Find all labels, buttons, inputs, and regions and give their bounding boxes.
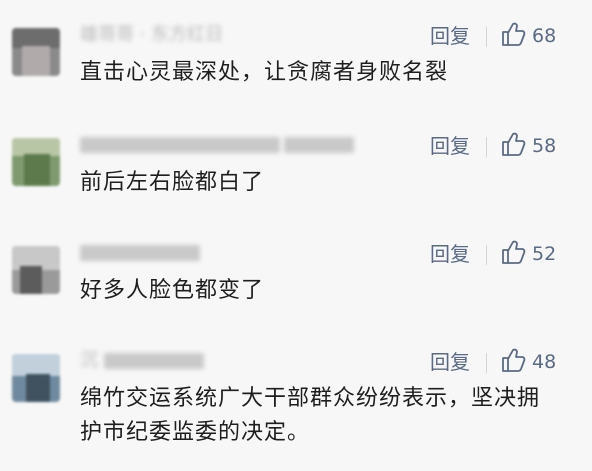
commenter-name[interactable]: 雄哥哥 · 东方红日 <box>80 24 223 46</box>
like-count: 68 <box>532 25 557 47</box>
like-count: 52 <box>532 243 557 265</box>
commenter-name[interactable]: 沉 <box>80 350 208 372</box>
like-count: 58 <box>532 135 557 157</box>
comment-text: 直击心灵最深处，让贪腐者身败名裂 <box>80 60 449 85</box>
divider <box>486 137 487 157</box>
commenter-name[interactable] <box>80 242 204 264</box>
commenter-name-text: 沉 <box>80 350 98 371</box>
avatar[interactable] <box>12 246 60 294</box>
name-redaction <box>80 137 280 153</box>
thumbs-up-icon[interactable] <box>499 346 527 374</box>
divider <box>486 245 487 265</box>
comment-text: 好多人脸色都变了 <box>80 278 265 303</box>
name-redaction <box>80 245 200 261</box>
like-count: 48 <box>532 351 557 373</box>
comment-text: 绵竹交运系统广大干部群众纷纷表示，坚决拥护市纪委监委的决定。 <box>80 386 541 445</box>
avatar[interactable] <box>12 28 60 76</box>
commenter-name[interactable] <box>80 134 358 156</box>
thumbs-up-icon[interactable] <box>499 130 527 158</box>
name-redaction <box>103 353 204 369</box>
comment-item: 回复 58 前后左右脸都白了 <box>0 128 592 208</box>
avatar[interactable] <box>12 138 60 186</box>
thumbs-up-icon[interactable] <box>499 20 527 48</box>
reply-button[interactable]: 回复 <box>430 240 470 268</box>
comment-item: 回复 52 好多人脸色都变了 <box>0 236 592 316</box>
comment-text: 前后左右脸都白了 <box>80 170 265 195</box>
name-redaction <box>284 137 354 153</box>
comment-item: 雄哥哥 · 东方红日 回复 68 直击心灵最深处，让贪腐者身败名裂 <box>0 18 592 98</box>
avatar[interactable] <box>12 354 60 402</box>
thumbs-up-icon[interactable] <box>499 238 527 266</box>
divider <box>486 353 487 373</box>
reply-button[interactable]: 回复 <box>430 348 470 376</box>
comment-item: 沉 回复 48 绵竹交运系统广大干部群众纷纷表示，坚决拥护市纪委监委的决定。 <box>0 344 592 464</box>
reply-button[interactable]: 回复 <box>430 132 470 160</box>
divider <box>486 27 487 47</box>
reply-button[interactable]: 回复 <box>430 22 470 50</box>
